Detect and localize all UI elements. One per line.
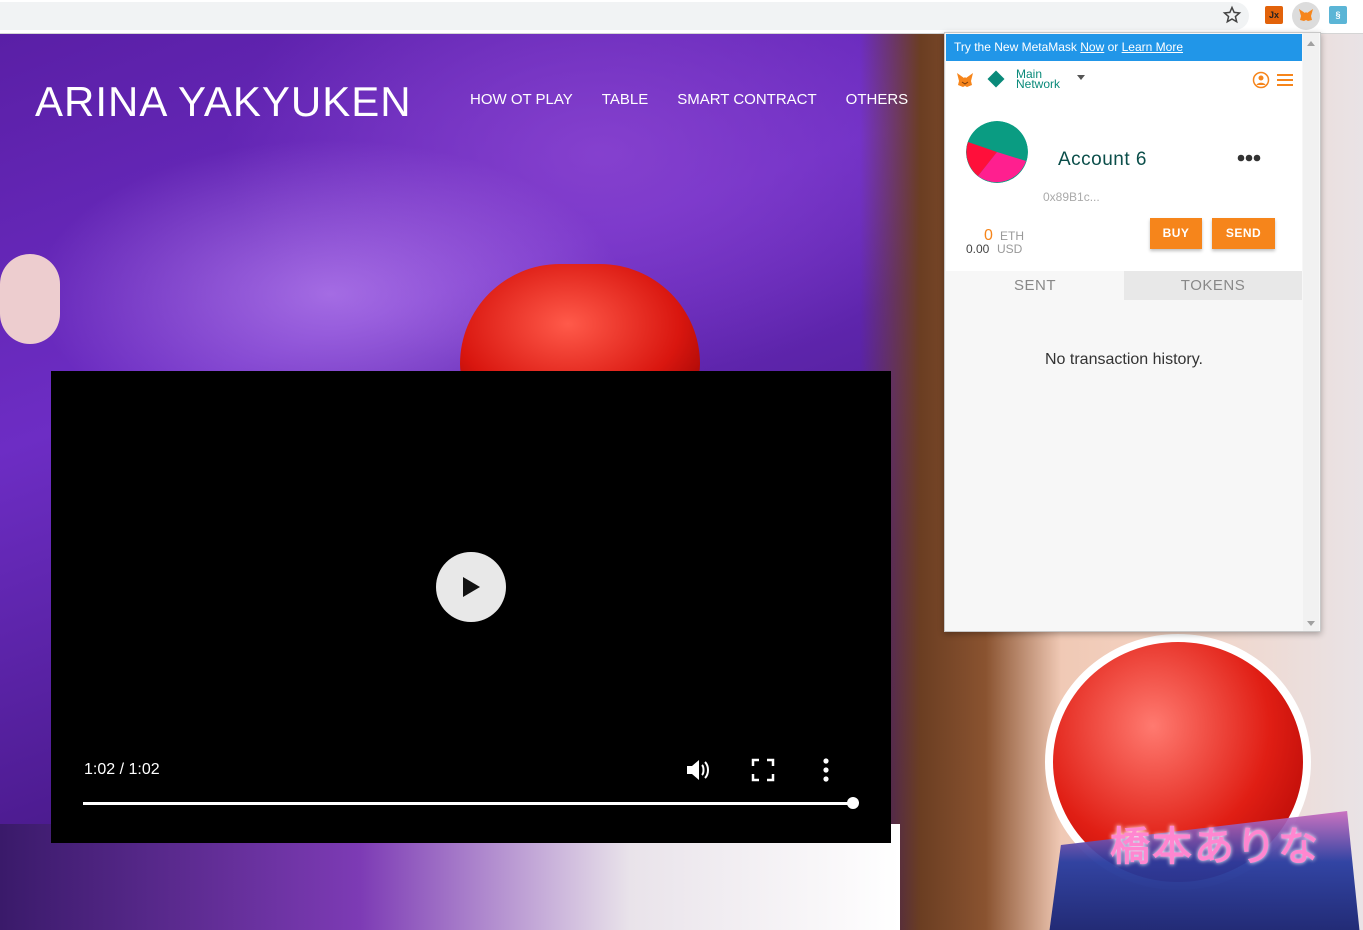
network-selector[interactable]: Main Network: [1016, 68, 1076, 91]
site-title[interactable]: ARINA YAKYUKEN: [35, 78, 412, 126]
address-bar[interactable]: [0, 2, 1249, 30]
fox-icon: [1298, 7, 1314, 23]
metamask-fox-icon: [957, 73, 973, 87]
account-options-icon[interactable]: [1237, 154, 1261, 162]
scroll-down-arrow-icon[interactable]: [1307, 621, 1315, 626]
extension-jx-icon[interactable]: Jx: [1265, 6, 1283, 24]
yakyuken-logo-text: 橋本ありな: [1110, 824, 1320, 870]
metamask-header: Main Network: [946, 61, 1302, 99]
account-panel: Account 6 0x89B1c... 0 ETH 0.00 USD BUY …: [946, 99, 1302, 271]
account-name[interactable]: Account 6: [1058, 149, 1147, 171]
nav-table[interactable]: TABLE: [602, 91, 648, 108]
popup-scrollbar[interactable]: [1303, 33, 1319, 631]
usd-balance: 0.00: [966, 242, 990, 256]
nav-smart-contract[interactable]: SMART CONTRACT: [677, 91, 816, 108]
site-nav: HOW OT PLAY TABLE SMART CONTRACT OTHERS: [470, 91, 937, 108]
buy-button[interactable]: BUY: [1150, 218, 1202, 249]
banner-or: or: [1104, 40, 1122, 54]
metamask-tabs: SENT TOKENS: [946, 271, 1302, 300]
banner-learn-more-link[interactable]: Learn More: [1122, 40, 1183, 54]
tab-tokens[interactable]: TOKENS: [1124, 271, 1302, 300]
video-progress-bar[interactable]: [83, 802, 853, 805]
video-progress-handle[interactable]: [847, 797, 859, 809]
nav-how-to-play[interactable]: HOW OT PLAY: [470, 91, 573, 108]
account-address[interactable]: 0x89B1c...: [1043, 190, 1100, 204]
eth-unit: ETH: [1000, 229, 1024, 243]
play-button[interactable]: [436, 552, 506, 622]
metamask-popup: Try the New MetaMask Now or Learn More M…: [944, 32, 1321, 632]
network-diamond-icon: [987, 70, 1005, 88]
hamburger-menu-icon[interactable]: [1277, 73, 1293, 87]
banner-text: Try the New MetaMask: [954, 40, 1081, 54]
video-time: 1:02 / 1:02: [84, 761, 160, 778]
metamask-extension-icon[interactable]: [1292, 2, 1320, 30]
volume-icon[interactable]: [684, 756, 712, 784]
background-hand: [0, 254, 60, 344]
scroll-up-arrow-icon[interactable]: [1307, 41, 1315, 46]
account-avatar[interactable]: [966, 121, 1028, 183]
more-options-icon[interactable]: [818, 756, 834, 784]
metamask-banner: Try the New MetaMask Now or Learn More: [946, 34, 1302, 61]
usd-unit: USD: [997, 242, 1023, 256]
browser-toolbar: Jx §: [0, 0, 1363, 34]
extension-blue-icon[interactable]: §: [1329, 6, 1347, 24]
play-icon: [463, 577, 480, 597]
nav-others[interactable]: OTHERS: [846, 91, 909, 108]
network-caret-icon[interactable]: [1077, 75, 1085, 80]
tab-sent[interactable]: SENT: [946, 271, 1124, 300]
account-switch-icon[interactable]: [1252, 71, 1270, 89]
fullscreen-icon[interactable]: [751, 758, 775, 782]
banner-now-link[interactable]: Now: [1080, 40, 1104, 54]
empty-transactions-message: No transaction history.: [1045, 351, 1203, 368]
video-player[interactable]: 1:02 / 1:02: [51, 371, 891, 843]
bookmark-star-icon[interactable]: [1222, 5, 1242, 25]
send-button[interactable]: SEND: [1212, 218, 1275, 249]
network-label-line2: Network: [1016, 77, 1061, 91]
